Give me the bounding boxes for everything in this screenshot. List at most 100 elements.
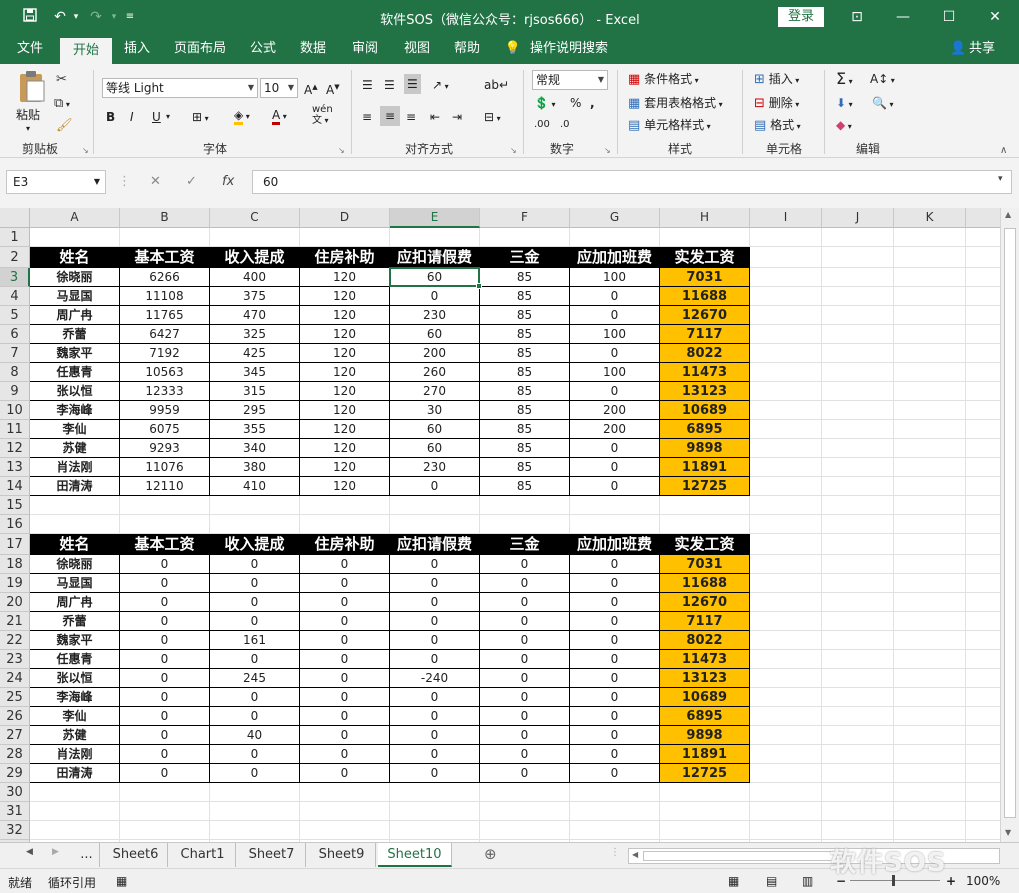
- grid-cell[interactable]: [822, 574, 894, 593]
- table-cell[interactable]: 0: [120, 669, 210, 688]
- grid-cell[interactable]: [966, 726, 1000, 745]
- grid-cell[interactable]: [894, 247, 966, 268]
- table-cell[interactable]: 0: [120, 593, 210, 612]
- table-cell[interactable]: 0: [570, 439, 660, 458]
- align-middle-icon[interactable]: ☰: [384, 76, 395, 94]
- cell-styles-button[interactable]: ▤ 单元格样式 ▾: [628, 116, 711, 136]
- table-cell[interactable]: 6427: [120, 325, 210, 344]
- tab-formulas[interactable]: 公式: [242, 34, 284, 64]
- grid-cell[interactable]: [822, 306, 894, 325]
- border-icon[interactable]: ⊞ ▾: [192, 108, 209, 128]
- grid-cell[interactable]: [966, 496, 1000, 515]
- table-cell[interactable]: 400: [210, 268, 300, 287]
- clear-icon[interactable]: ◆ ▾: [836, 116, 852, 136]
- grid-cell[interactable]: [822, 477, 894, 496]
- grid-cell[interactable]: [750, 268, 822, 287]
- table-cell[interactable]: 0: [120, 688, 210, 707]
- employee-name-cell[interactable]: 周广冉: [30, 306, 120, 325]
- grid-cell[interactable]: [660, 228, 750, 247]
- grid-cell[interactable]: [822, 669, 894, 688]
- grid-cell[interactable]: [750, 688, 822, 707]
- grid-cell[interactable]: [300, 496, 390, 515]
- table-cell[interactable]: 470: [210, 306, 300, 325]
- grid-cell[interactable]: [966, 344, 1000, 363]
- grid-cell[interactable]: [966, 306, 1000, 325]
- row-header-19[interactable]: 19: [0, 574, 30, 593]
- table-cell[interactable]: 85: [480, 458, 570, 477]
- grid-cell[interactable]: [750, 707, 822, 726]
- table-cell[interactable]: 60: [390, 325, 480, 344]
- table-cell[interactable]: 0: [480, 707, 570, 726]
- table-cell[interactable]: 120: [300, 287, 390, 306]
- net-pay-cell[interactable]: 6895: [660, 707, 750, 726]
- conditional-format-button[interactable]: ▦ 条件格式 ▾: [628, 70, 699, 90]
- grid-cell[interactable]: [750, 745, 822, 764]
- net-pay-cell[interactable]: 10689: [660, 401, 750, 420]
- close-icon[interactable]: ✕: [980, 6, 1010, 28]
- column-header-f[interactable]: F: [480, 208, 570, 228]
- employee-name-cell[interactable]: 苏健: [30, 726, 120, 745]
- row-header-26[interactable]: 26: [0, 707, 30, 726]
- table-cell[interactable]: 0: [570, 574, 660, 593]
- table-cell[interactable]: 0: [300, 745, 390, 764]
- table-cell[interactable]: 0: [300, 707, 390, 726]
- prev-sheet-icon[interactable]: ◀: [26, 847, 33, 857]
- grid-cell[interactable]: [894, 496, 966, 515]
- employee-name-cell[interactable]: 马显国: [30, 287, 120, 306]
- table-cell[interactable]: 0: [300, 669, 390, 688]
- table-header-cell[interactable]: 三金: [480, 247, 570, 268]
- table-header-cell[interactable]: 应扣请假费: [390, 247, 480, 268]
- table-header-cell[interactable]: 收入提成: [210, 247, 300, 268]
- row-header-30[interactable]: 30: [0, 783, 30, 802]
- grid-cell[interactable]: [966, 458, 1000, 477]
- grid-cell[interactable]: [894, 574, 966, 593]
- grid-cell[interactable]: [570, 802, 660, 821]
- decrease-font-icon[interactable]: A▼: [326, 78, 340, 99]
- grid-cell[interactable]: [822, 612, 894, 631]
- table-cell[interactable]: 120: [300, 344, 390, 363]
- table-header-cell[interactable]: 收入提成: [210, 534, 300, 555]
- table-cell[interactable]: 120: [300, 477, 390, 496]
- grid-cell[interactable]: [750, 802, 822, 821]
- table-cell[interactable]: 315: [210, 382, 300, 401]
- grid-cell[interactable]: [822, 382, 894, 401]
- table-cell[interactable]: 0: [210, 688, 300, 707]
- table-cell[interactable]: 85: [480, 420, 570, 439]
- table-cell[interactable]: 0: [570, 631, 660, 650]
- normal-view-icon[interactable]: ▦: [728, 874, 739, 888]
- table-cell[interactable]: -240: [390, 669, 480, 688]
- table-header-cell[interactable]: 姓名: [30, 247, 120, 268]
- table-cell[interactable]: 410: [210, 477, 300, 496]
- tab-help[interactable]: 帮助: [446, 34, 488, 64]
- table-cell[interactable]: 0: [570, 344, 660, 363]
- table-cell[interactable]: 100: [570, 363, 660, 382]
- table-cell[interactable]: 200: [390, 344, 480, 363]
- table-cell[interactable]: 0: [120, 707, 210, 726]
- grid-cell[interactable]: [894, 534, 966, 555]
- increase-indent-icon[interactable]: ⇥: [452, 108, 462, 126]
- grid-cell[interactable]: [966, 783, 1000, 802]
- table-cell[interactable]: 0: [480, 669, 570, 688]
- employee-name-cell[interactable]: 马显国: [30, 574, 120, 593]
- grid-cell[interactable]: [894, 669, 966, 688]
- grid-cell[interactable]: [120, 496, 210, 515]
- align-left-icon[interactable]: ≡: [362, 108, 372, 126]
- underline-button[interactable]: U: [152, 108, 161, 126]
- net-pay-cell[interactable]: 12725: [660, 764, 750, 783]
- sheet-tab-sheet10[interactable]: Sheet10: [378, 843, 452, 867]
- table-cell[interactable]: 230: [390, 306, 480, 325]
- table-cell[interactable]: 161: [210, 631, 300, 650]
- table-cell[interactable]: 0: [300, 555, 390, 574]
- maximize-icon[interactable]: ☐: [934, 6, 964, 28]
- net-pay-cell[interactable]: 7117: [660, 612, 750, 631]
- grid-cell[interactable]: [480, 821, 570, 840]
- table-cell[interactable]: 0: [210, 593, 300, 612]
- employee-name-cell[interactable]: 任惠青: [30, 363, 120, 382]
- grid-cell[interactable]: [210, 228, 300, 247]
- net-pay-cell[interactable]: 11688: [660, 287, 750, 306]
- table-cell[interactable]: 425: [210, 344, 300, 363]
- row-header-7[interactable]: 7: [0, 344, 30, 363]
- table-cell[interactable]: 120: [300, 439, 390, 458]
- table-cell[interactable]: 325: [210, 325, 300, 344]
- font-name-select[interactable]: 等线 Light ▼: [102, 78, 258, 98]
